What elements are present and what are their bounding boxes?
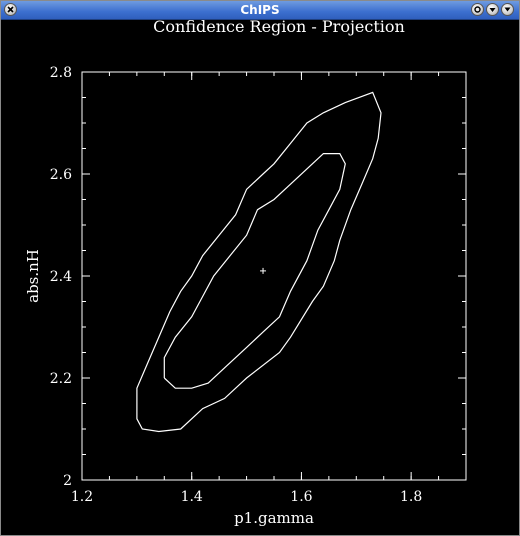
maximize-icon	[489, 8, 496, 12]
best-fit-marker	[260, 267, 267, 274]
contour-plot: Confidence Region - Projection 1.2 1.4 1.6…	[24, 19, 467, 527]
y-tick-label: 2.4	[50, 269, 72, 285]
window-title: ChIPS	[240, 3, 280, 17]
close-button[interactable]	[4, 3, 17, 16]
y-tick-label: 2.6	[50, 167, 72, 183]
plot-frame	[81, 71, 467, 481]
y-tick-label: 2.8	[50, 65, 72, 81]
iconify-button[interactable]	[471, 3, 484, 16]
y-tick-label: 2	[63, 473, 72, 489]
y-tick-labels: 2 2.2 2.4 2.6 2.8	[50, 65, 72, 489]
x-tick-label: 1.8	[400, 489, 422, 505]
maximize-button[interactable]	[486, 3, 499, 16]
close-icon	[7, 6, 14, 13]
x-tick-label: 1.2	[71, 489, 93, 505]
x-tick-labels: 1.2 1.4 1.6 1.8	[71, 489, 422, 505]
title-bar[interactable]: ChIPS	[1, 1, 519, 20]
x-tick-label: 1.4	[181, 489, 203, 505]
outer-contour	[136, 91, 382, 433]
y-axis-label: abs.nH	[24, 249, 42, 303]
iconify-icon	[474, 6, 481, 13]
y-tick-label: 2.2	[50, 371, 72, 387]
inner-contour	[163, 153, 346, 389]
chips-window: ChIPS Confidence Region - Projection 1.2…	[0, 0, 520, 536]
x-tick-label: 1.6	[290, 489, 312, 505]
window-menu-button[interactable]	[501, 3, 514, 16]
chart-title: Confidence Region - Projection	[153, 19, 405, 36]
confidence-contours	[136, 91, 382, 433]
axis-ticks	[81, 71, 467, 481]
x-axis-label: p1.gamma	[234, 509, 314, 527]
menu-icon	[504, 7, 511, 12]
